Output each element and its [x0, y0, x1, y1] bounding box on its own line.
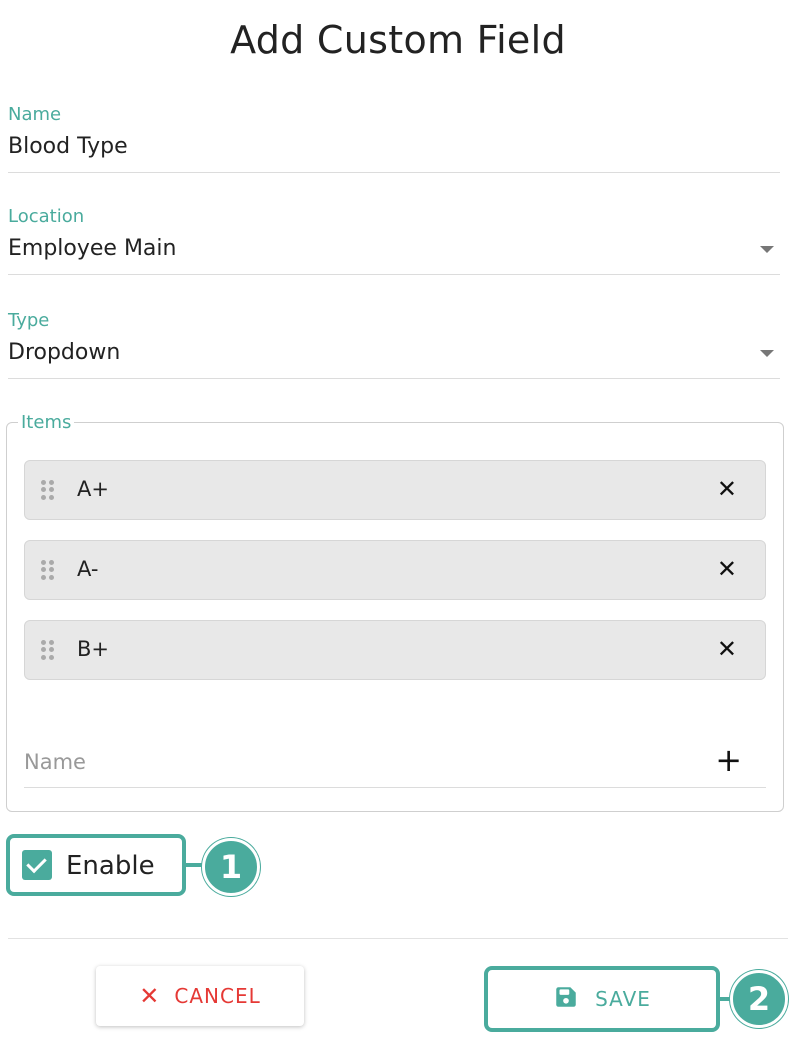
drag-handle-icon[interactable] — [41, 480, 54, 500]
close-icon: ✕ — [139, 982, 161, 1010]
list-item[interactable]: B+ ✕ — [24, 620, 766, 680]
new-item-input[interactable]: Name + — [24, 738, 766, 788]
close-icon[interactable]: ✕ — [717, 635, 737, 663]
drag-handle-icon[interactable] — [41, 560, 54, 580]
save-icon — [553, 984, 579, 1015]
enable-checkbox[interactable]: Enable — [6, 834, 186, 896]
save-button-label: SAVE — [595, 987, 651, 1011]
list-item[interactable]: A- ✕ — [24, 540, 766, 600]
close-icon[interactable]: ✕ — [717, 555, 737, 583]
page-title: Add Custom Field — [230, 18, 566, 62]
name-field-value[interactable]: Blood Type — [8, 132, 780, 173]
list-item-label: A+ — [77, 477, 109, 501]
name-field-label: Name — [8, 104, 62, 125]
chevron-down-icon[interactable] — [760, 246, 774, 253]
drag-handle-icon[interactable] — [41, 640, 54, 660]
location-select[interactable]: Location Employee Main — [8, 206, 780, 275]
type-select[interactable]: Type Dropdown — [8, 310, 780, 379]
type-select-label: Type — [8, 310, 50, 331]
items-legend: Items — [18, 412, 75, 434]
callout-badge-2: 2 — [730, 970, 788, 1028]
location-select-value[interactable]: Employee Main — [8, 234, 780, 275]
location-select-label: Location — [8, 206, 85, 227]
close-icon[interactable]: ✕ — [717, 475, 737, 503]
type-select-value[interactable]: Dropdown — [8, 338, 780, 379]
cancel-button-label: CANCEL — [174, 984, 261, 1008]
type-select-text: Dropdown — [8, 340, 121, 365]
callout-badge-1: 1 — [202, 838, 260, 896]
list-item-label: B+ — [77, 637, 110, 661]
location-select-text: Employee Main — [8, 236, 177, 261]
list-item[interactable]: A+ ✕ — [24, 460, 766, 520]
name-field[interactable]: Name Blood Type — [8, 104, 780, 173]
chevron-down-icon[interactable] — [760, 350, 774, 357]
footer-divider — [8, 938, 788, 939]
enable-label: Enable — [66, 851, 155, 881]
new-item-placeholder: Name — [24, 750, 86, 774]
save-button[interactable]: SAVE — [484, 966, 720, 1032]
cancel-button[interactable]: ✕ CANCEL — [96, 966, 304, 1026]
list-item-label: A- — [77, 557, 99, 581]
checkbox-checked-icon[interactable] — [22, 850, 52, 880]
plus-icon[interactable]: + — [715, 740, 742, 780]
